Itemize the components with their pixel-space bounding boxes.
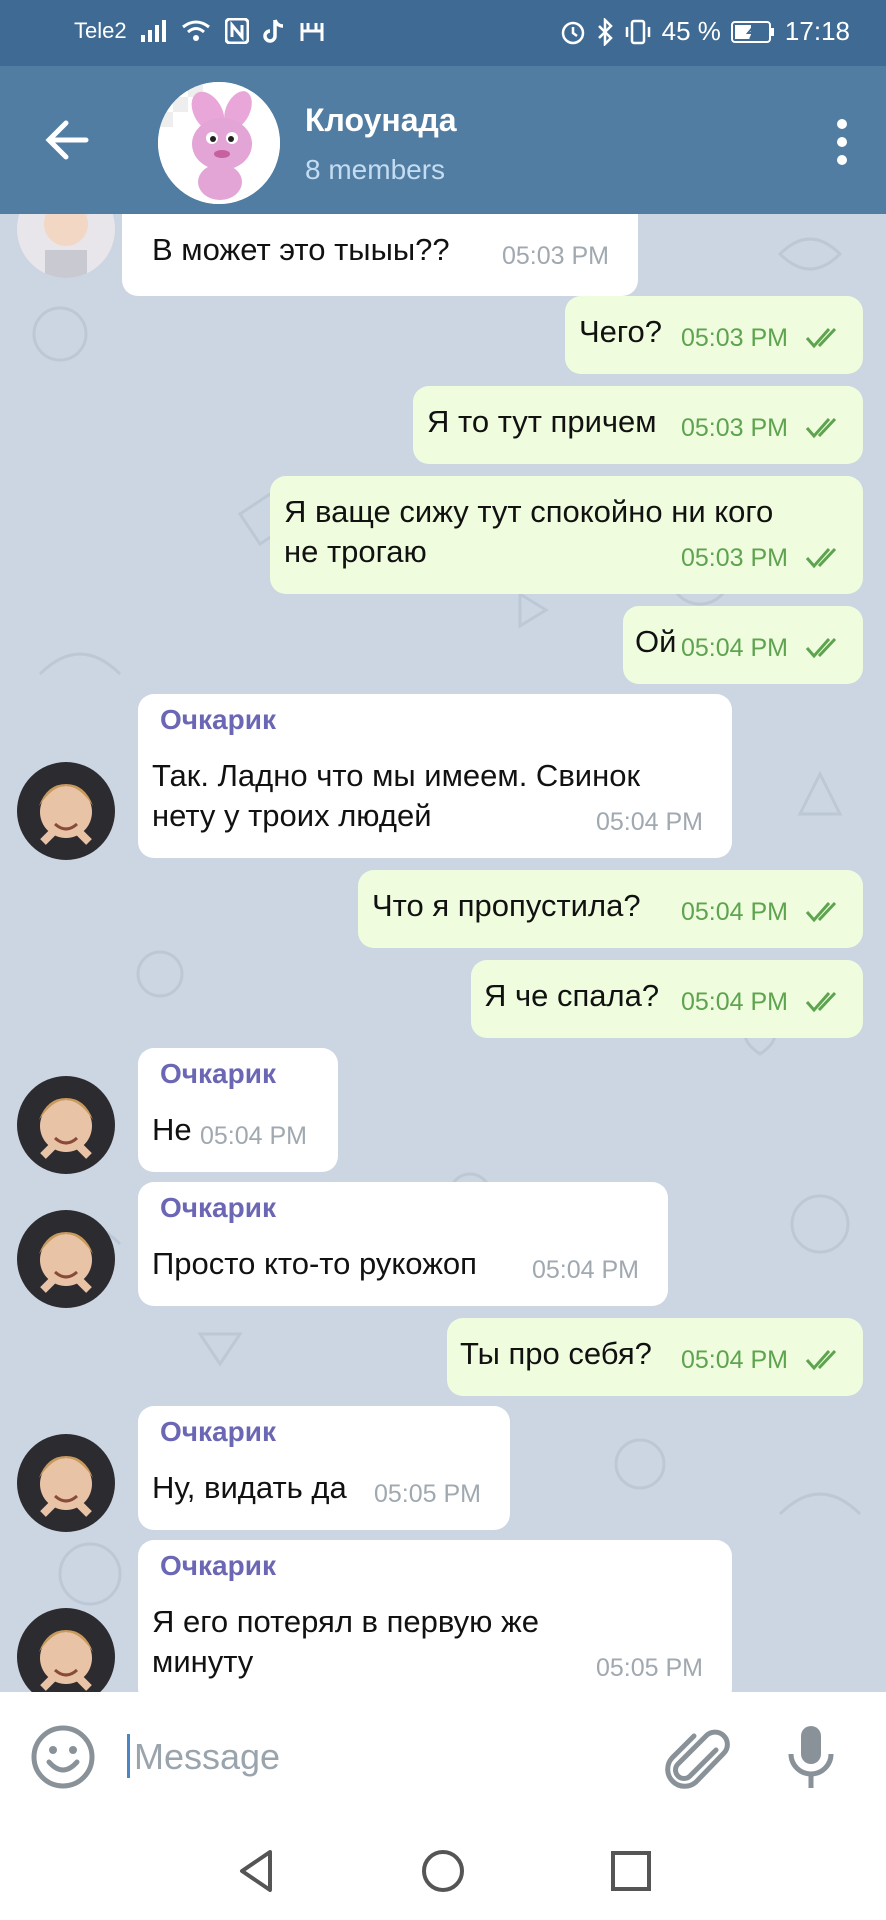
message-time: 05:04 PM [200, 1122, 308, 1150]
avatar-photo-image [17, 762, 115, 860]
carrier-name: Tele2 [74, 18, 127, 43]
read-ticks-icon [805, 901, 837, 923]
message-text: Ты про себя? [460, 1336, 652, 1371]
group-title: Клоунада [305, 102, 457, 138]
message-text: Чего? [579, 314, 663, 349]
message-bubble[interactable]: Я че спала? 05:04 PM [471, 960, 863, 1038]
avatar-photo-image [17, 1434, 115, 1532]
message-bubble[interactable]: Я то тут причем 05:03 PM [413, 386, 863, 464]
clock: 17:18 [784, 16, 850, 46]
message-text: Я его потерял в первую же минуту [152, 1604, 540, 1679]
tiktok-icon [262, 18, 285, 44]
read-ticks-icon [805, 1349, 837, 1371]
nav-home-button[interactable] [418, 1846, 468, 1896]
message-time: 05:04 PM [681, 634, 789, 662]
member-count: 8 members [305, 154, 446, 185]
message-bubble[interactable]: Очкарик Не 05:04 PM [138, 1048, 338, 1172]
arrow-left-icon [45, 120, 89, 160]
more-vertical-icon [837, 119, 847, 165]
message-time: 05:05 PM [374, 1480, 482, 1508]
message-bubble[interactable]: Очкарик Я его потерял в первую же минуту… [138, 1540, 732, 1692]
system-navigation-bar [0, 1822, 886, 1920]
read-ticks-icon [805, 417, 837, 439]
sender-avatar[interactable] [17, 762, 115, 860]
message-bubble[interactable]: В может это тыыы?? 05:03 PM [122, 214, 638, 296]
message-time: 05:03 PM [502, 242, 610, 270]
message-bubble[interactable]: Я ваще сижу тут спокойно ни кого не трог… [270, 476, 863, 594]
message-bubble[interactable]: Что я пропустила? 05:04 PM [358, 870, 863, 948]
message-text: Что я пропустила? [372, 888, 641, 923]
nav-back-button[interactable] [232, 1846, 282, 1896]
group-avatar[interactable] [158, 82, 280, 204]
message-text: Ну, видать да [152, 1470, 347, 1505]
message-time: 05:04 PM [532, 1256, 640, 1284]
notification-app-icon [299, 19, 325, 43]
read-ticks-icon [805, 327, 837, 349]
square-recents-icon [611, 1851, 651, 1891]
read-ticks-icon [805, 547, 837, 569]
read-ticks-icon [805, 637, 837, 659]
status-bar: Tele2 45 % 17:18 [0, 0, 886, 66]
sender-avatar[interactable] [17, 1434, 115, 1532]
emoji-button[interactable] [30, 1724, 96, 1790]
vibrate-icon [624, 19, 652, 45]
attach-button[interactable] [664, 1722, 730, 1794]
message-time: 05:03 PM [681, 324, 789, 352]
voice-record-button[interactable] [778, 1722, 844, 1794]
message-bubble[interactable]: Очкарик Так. Ладно что мы имеем. Свинок … [138, 694, 732, 858]
bluetooth-icon [596, 17, 614, 46]
message-text: Просто кто-то рукожоп [152, 1246, 477, 1281]
message-time: 05:04 PM [681, 1346, 789, 1374]
more-menu-button[interactable] [820, 112, 864, 172]
message-list[interactable]: В может это тыыы?? 05:03 PM Чего? 05:03 … [0, 214, 886, 1692]
message-bubble[interactable]: Ты про себя? 05:04 PM [447, 1318, 863, 1396]
message-text: Так. Ладно что мы имеем. Свинок нету у т… [152, 758, 641, 833]
chat-header: Клоунада 8 members [0, 66, 886, 214]
message-time: 05:04 PM [681, 898, 789, 926]
avatar-photo-image [17, 1076, 115, 1174]
sender-name[interactable]: Очкарик [160, 1192, 276, 1224]
message-time: 05:04 PM [596, 808, 704, 836]
message-bubble[interactable]: Очкарик Ну, видать да 05:05 PM [138, 1406, 510, 1530]
message-input[interactable] [132, 1730, 636, 1784]
sender-name[interactable]: Очкарик [160, 1416, 276, 1448]
sender-avatar[interactable] [17, 1210, 115, 1308]
battery-icon [730, 20, 775, 44]
signal-icon [140, 20, 167, 42]
message-text: В может это тыыы?? [152, 232, 450, 267]
message-bubble[interactable]: Очкарик Просто кто-то рукожоп 05:04 PM [138, 1182, 668, 1306]
nav-recents-button[interactable] [606, 1846, 656, 1896]
back-button[interactable] [36, 108, 100, 172]
sender-avatar[interactable] [17, 1076, 115, 1174]
luntik-avatar-image [158, 82, 280, 204]
message-text: Ой [635, 624, 677, 659]
circle-home-icon [422, 1850, 464, 1892]
message-time: 05:03 PM [681, 414, 789, 442]
message-bubble[interactable]: Ой 05:04 PM [623, 606, 863, 684]
nfc-icon [224, 18, 249, 44]
paperclip-icon [665, 1729, 730, 1789]
text-cursor [127, 1734, 130, 1778]
sender-name[interactable]: Очкарик [160, 704, 276, 736]
wifi-icon [181, 19, 211, 43]
message-time: 05:04 PM [681, 988, 789, 1016]
message-text: Я то тут причем [427, 404, 657, 439]
battery-percent: 45 % [661, 16, 721, 46]
sender-name[interactable]: Очкарик [160, 1058, 276, 1090]
message-composer [0, 1692, 886, 1822]
avatar-photo-image [17, 1210, 115, 1308]
sender-name[interactable]: Очкарик [160, 1550, 276, 1582]
message-text: Не [152, 1112, 192, 1147]
message-time: 05:05 PM [596, 1654, 704, 1682]
message-bubble[interactable]: Чего? 05:03 PM [565, 296, 863, 374]
smile-icon [31, 1725, 95, 1789]
alarm-icon [560, 19, 586, 45]
microphone-icon [788, 1726, 834, 1788]
message-text: Я че спала? [484, 978, 660, 1013]
read-ticks-icon [805, 991, 837, 1013]
message-time: 05:03 PM [681, 544, 789, 572]
triangle-back-icon [240, 1850, 272, 1892]
